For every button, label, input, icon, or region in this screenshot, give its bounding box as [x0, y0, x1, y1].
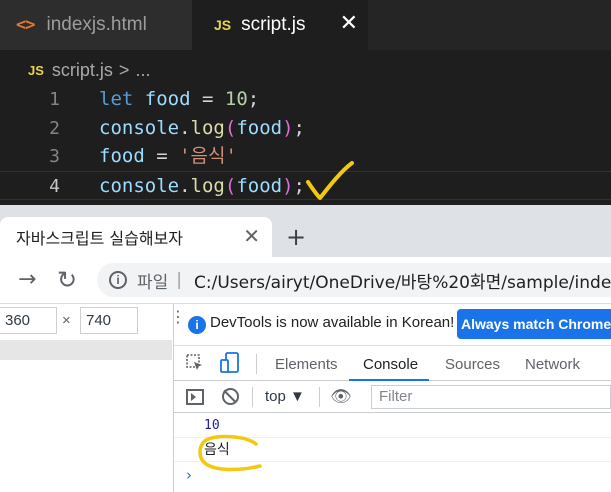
tab-label: script.js [241, 14, 306, 35]
code-editor: <> indexjs.html JS script.js ✕ JS script… [0, 0, 611, 205]
reload-icon[interactable]: ↻ [57, 266, 77, 294]
dimension-times: × [62, 312, 71, 329]
info-icon: i [188, 316, 206, 334]
tab-console[interactable]: Console [363, 356, 418, 373]
address-scheme-label: 파일 [137, 272, 169, 293]
code-token: ; [247, 88, 260, 110]
tab-sources[interactable]: Sources [445, 356, 500, 373]
info-icon[interactable]: i [109, 271, 127, 289]
inspect-element-icon[interactable] [186, 354, 204, 372]
editor-tab-bar: <> indexjs.html JS script.js ✕ [0, 0, 611, 50]
line-number: 3 [49, 146, 60, 167]
code-text: console.log(food); [99, 114, 305, 143]
browser-tab-strip: 자바스크립트 실습해보자 ✕ + [0, 205, 611, 257]
breadcrumb-file[interactable]: script.js [52, 60, 113, 81]
close-icon[interactable]: ✕ [340, 12, 358, 36]
address-separator: | [176, 270, 183, 290]
devtools-tab-bar: Elements Console Sources Network [174, 345, 611, 381]
code-line[interactable]: 4 console.log(food); [0, 171, 611, 200]
line-number: 1 [49, 89, 60, 110]
code-token: 10 [224, 88, 248, 110]
console-output-value: 10 [204, 418, 220, 433]
console-toolbar: top ▼ 👁 Filter [174, 381, 611, 413]
code-token: ( [224, 175, 237, 197]
code-token: let [99, 88, 134, 110]
browser-tab-title: 자바스크립트 실습해보자 [16, 229, 184, 248]
js-file-icon: JS [214, 17, 232, 33]
js-file-icon: JS [28, 62, 44, 78]
breadcrumb-more[interactable]: ... [135, 60, 150, 81]
code-token: ; [293, 117, 305, 139]
divider [252, 387, 253, 407]
code-token: ) [282, 117, 294, 139]
code-token: log [190, 175, 225, 197]
show-sidebar-icon[interactable] [186, 389, 204, 405]
browser-tab[interactable]: 자바스크립트 실습해보자 ✕ [0, 217, 272, 257]
code-token: = [144, 145, 180, 167]
line-number: 4 [49, 176, 60, 197]
code-token: ; [293, 175, 305, 197]
device-width-input[interactable]: 360 [0, 307, 57, 334]
code-token: food [236, 175, 283, 197]
close-icon[interactable]: ✕ [243, 224, 260, 248]
device-toolbar: 360 × 740 [0, 304, 174, 340]
divider [319, 387, 320, 407]
code-line[interactable]: 3 food = '음식' [0, 142, 611, 171]
console-message: 10 [174, 414, 611, 438]
code-text: let food = 10; [99, 85, 259, 114]
code-line[interactable]: 1 let food = 10; [0, 85, 611, 114]
code-token: = [190, 88, 225, 110]
code-text: food = '음식' [99, 142, 237, 171]
console-output-value: 음식 [204, 442, 230, 458]
devtools-menu[interactable]: ⋮ [170, 304, 186, 342]
language-banner-text: DevTools is now available in Korean! [210, 314, 455, 331]
tab-elements[interactable]: Elements [275, 356, 338, 373]
code-token: console [99, 117, 180, 139]
match-language-button[interactable]: Always match Chrome's language [457, 309, 611, 339]
context-selector[interactable]: top ▼ [265, 388, 305, 405]
address-bar[interactable]: i 파일 | C:/Users/airyt/OneDrive/바탕%20화면/s… [97, 263, 611, 297]
devtools-panel: ⋮ i DevTools is now available in Korean!… [170, 304, 611, 492]
code-text: console.log(food); [99, 172, 305, 201]
console-message: 음식 [174, 438, 611, 462]
code-token: '음식' [179, 145, 237, 167]
code-token: . [179, 117, 191, 139]
tab-network[interactable]: Network [525, 356, 580, 373]
code-token: ( [224, 117, 237, 139]
code-token: log [190, 117, 225, 139]
console-filter-input[interactable]: Filter [371, 385, 611, 409]
chevron-right-icon: > [118, 59, 130, 80]
code-token: ) [282, 175, 294, 197]
code-token: console [99, 175, 180, 197]
kebab-menu-icon[interactable]: ⋮ [170, 309, 186, 325]
tab-label: indexjs.html [46, 14, 147, 35]
forward-icon[interactable]: → [18, 266, 36, 294]
tab-indexjs-html[interactable]: <> indexjs.html [0, 0, 192, 50]
new-tab-button[interactable]: + [286, 223, 306, 251]
code-token: food [236, 117, 283, 139]
divider [256, 354, 257, 374]
browser-toolbar: → ↻ i 파일 | C:/Users/airyt/OneDrive/바탕%20… [0, 257, 611, 303]
code-token: . [179, 175, 191, 197]
code-token: food [99, 145, 145, 167]
html-file-icon: <> [16, 15, 36, 35]
device-toggle-icon[interactable] [220, 352, 240, 374]
device-height-input[interactable]: 740 [80, 307, 138, 334]
code-line[interactable]: 2 console.log(food); [0, 114, 611, 143]
address-url: C:/Users/airyt/OneDrive/바탕%20화면/sample/i… [194, 272, 611, 293]
clear-console-icon[interactable] [222, 388, 239, 405]
browser-window: 자바스크립트 실습해보자 ✕ + → ↻ i 파일 | C:/Users/air… [0, 205, 611, 492]
code-token: food [144, 88, 191, 110]
device-ruler [0, 340, 172, 360]
breadcrumb: JS script.js > ... [28, 56, 150, 84]
eye-icon[interactable]: 👁 [330, 387, 352, 407]
line-number: 2 [49, 118, 60, 139]
console-prompt-icon[interactable]: › [186, 466, 192, 484]
tab-script-js[interactable]: JS script.js ✕ [192, 0, 368, 50]
